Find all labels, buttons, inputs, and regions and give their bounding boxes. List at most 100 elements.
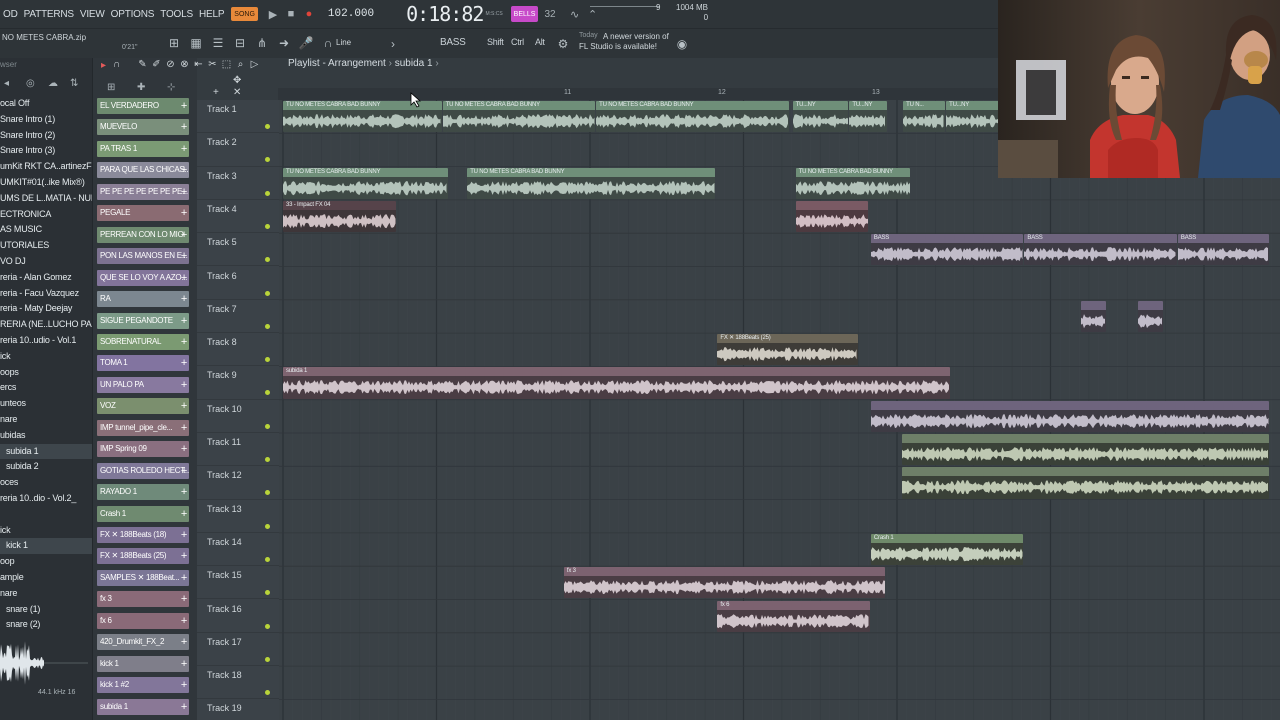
track-enable-led[interactable] bbox=[265, 457, 270, 462]
channel-item[interactable]: PERREAN CON LO MIO + bbox=[97, 226, 189, 243]
menu-item-tools[interactable]: TOOLS bbox=[157, 9, 196, 20]
add-icon[interactable]: + bbox=[181, 248, 187, 264]
channel-item[interactable]: FX ✕ 188Beats (25) + bbox=[97, 548, 189, 565]
track-header[interactable]: Track 8 bbox=[197, 333, 279, 367]
audio-switch-icon[interactable]: ✚ bbox=[137, 82, 145, 93]
browser-item[interactable]: Snare Intro (1) bbox=[0, 112, 92, 128]
channel-item[interactable]: SOBRENATURAL + bbox=[97, 333, 189, 350]
channel-item[interactable]: fx 6 + bbox=[97, 612, 189, 629]
alt-key[interactable]: Alt bbox=[535, 37, 545, 47]
channel-item[interactable]: Crash 1 + bbox=[97, 505, 189, 522]
track-header[interactable]: Track 2 bbox=[197, 133, 279, 167]
playlist-clip[interactable] bbox=[901, 434, 1269, 466]
browser-item[interactable]: UMS DE L..MATIA - NUBE bbox=[0, 191, 92, 207]
channel-item[interactable]: PA TRAS 1 + bbox=[97, 140, 189, 157]
slice-icon[interactable]: ✂ bbox=[207, 59, 218, 70]
add-icon[interactable]: + bbox=[181, 699, 187, 715]
playlist-clip[interactable]: FX ✕ 188Beats (25) bbox=[717, 334, 858, 366]
channel-item[interactable]: EL VERDADERO + bbox=[97, 98, 189, 114]
track-enable-led[interactable] bbox=[265, 490, 270, 496]
track-enable-led[interactable] bbox=[265, 223, 270, 229]
add-icon[interactable]: + bbox=[181, 227, 187, 243]
playback-icon[interactable]: ▷ bbox=[249, 59, 260, 70]
magnet-icon[interactable]: ∩ bbox=[319, 34, 337, 52]
browser-item[interactable]: reria - Facu Vazquez bbox=[0, 286, 92, 302]
track-enable-led[interactable] bbox=[265, 423, 270, 429]
channel-item[interactable]: IMP Spring 09 + bbox=[97, 441, 189, 458]
stop-icon[interactable]: ■ bbox=[282, 5, 300, 23]
track-enable-led[interactable] bbox=[265, 157, 270, 163]
channel-item[interactable]: QUE SE LO VOY A AZO... + bbox=[97, 269, 189, 286]
add-icon[interactable]: + bbox=[181, 548, 187, 564]
channel-item[interactable]: MUEVELO + bbox=[97, 119, 189, 136]
add-icon[interactable]: + bbox=[181, 291, 187, 307]
news-line-1[interactable]: A newer version of bbox=[603, 32, 678, 42]
shift-key[interactable]: Shift bbox=[487, 37, 504, 47]
browser-item[interactable]: reria - Alan Gomez bbox=[0, 270, 92, 286]
browser-back-icon[interactable]: ◂ bbox=[4, 78, 9, 89]
browser-item[interactable]: kick 1 bbox=[0, 538, 92, 555]
channel-item[interactable]: FX ✕ 188Beats (18) + bbox=[97, 527, 189, 543]
track-header[interactable]: Track 12 bbox=[197, 466, 279, 500]
track-enable-led[interactable] bbox=[265, 357, 270, 363]
add-icon[interactable]: + bbox=[181, 334, 187, 350]
playlist-clip[interactable]: BASS bbox=[1024, 234, 1177, 266]
channel-item[interactable]: PE PE PE PE PE PE PE... + bbox=[97, 183, 189, 200]
add-icon[interactable]: + bbox=[181, 484, 187, 500]
channel-item[interactable]: RA + bbox=[97, 291, 189, 308]
channel-item[interactable]: 420_Drumkit_FX_2 + bbox=[97, 634, 189, 651]
channel-item[interactable]: PON LAS MANOS EN E... + bbox=[97, 248, 189, 265]
plugin-picker-icon[interactable]: ⋔ bbox=[253, 34, 271, 52]
track-header[interactable]: Track 1 bbox=[197, 100, 279, 134]
add-icon[interactable]: + bbox=[181, 420, 187, 436]
channel-item[interactable]: TOMA 1 + bbox=[97, 355, 189, 372]
playlist-clip[interactable] bbox=[870, 400, 1269, 432]
channel-item[interactable]: PEGALE + bbox=[97, 205, 189, 222]
zoom-icon[interactable]: ⌕ bbox=[235, 59, 246, 70]
browser-item[interactable]: AS MUSIC bbox=[0, 222, 92, 238]
add-icon[interactable]: + bbox=[181, 377, 187, 393]
add-icon[interactable]: + bbox=[181, 205, 187, 221]
browser-item[interactable]: RERIA (NE..LUCHO PAPA bbox=[0, 317, 92, 333]
channel-item[interactable]: UN PALO PA + bbox=[97, 376, 189, 393]
browser-item[interactable]: VO DJ bbox=[0, 254, 92, 270]
menu-item-options[interactable]: OPTIONS bbox=[108, 9, 158, 20]
current-pattern-label[interactable]: BASS bbox=[440, 37, 466, 48]
menu-item-help[interactable]: HELP bbox=[196, 9, 227, 20]
add-icon[interactable]: + bbox=[213, 87, 219, 98]
track-header[interactable]: Track 11 bbox=[197, 433, 279, 467]
playlist-clip[interactable]: 33 - Impact FX 04 bbox=[283, 200, 396, 233]
track-header[interactable]: Track 4 bbox=[197, 200, 279, 234]
add-icon[interactable]: + bbox=[181, 119, 187, 135]
playlist-clip[interactable] bbox=[795, 200, 869, 233]
channel-item[interactable]: VOZ + bbox=[97, 398, 189, 415]
track-header[interactable]: Track 9 bbox=[197, 366, 279, 400]
browser-item[interactable]: ocal Off bbox=[0, 96, 92, 112]
pattern-selector[interactable]: BELLS bbox=[510, 6, 539, 22]
add-icon[interactable]: + bbox=[181, 634, 187, 650]
track-enable-led[interactable] bbox=[265, 124, 270, 129]
channel-item[interactable]: GOTIAS ROLEDO HECT... + bbox=[97, 462, 189, 479]
browser-item[interactable]: Snare Intro (2) bbox=[0, 128, 92, 144]
pencil-icon[interactable]: ✎ bbox=[137, 59, 148, 70]
channel-item[interactable]: fx 3 + bbox=[97, 591, 189, 608]
track-header[interactable]: Track 13 bbox=[197, 500, 279, 533]
browser-item[interactable]: ick bbox=[0, 523, 92, 539]
track-header[interactable]: Track 17 bbox=[197, 633, 279, 667]
browser-item[interactable]: reria 10..udio - Vol.1 bbox=[0, 333, 92, 349]
track-enable-led[interactable] bbox=[265, 290, 270, 296]
playlist-clip[interactable]: subida 1 bbox=[283, 367, 950, 399]
current-pattern[interactable]: subida 1 bbox=[395, 58, 433, 69]
browser-item[interactable]: ercs bbox=[0, 380, 92, 396]
track-enable-led[interactable] bbox=[265, 590, 270, 596]
browser-item[interactable]: ample bbox=[0, 570, 92, 586]
news-line-2[interactable]: FL Studio is available! bbox=[579, 42, 657, 51]
add-icon[interactable]: + bbox=[181, 162, 187, 178]
track-header[interactable]: Track 19 bbox=[197, 699, 279, 720]
track-header[interactable]: Track 18 bbox=[197, 666, 279, 700]
channel-item[interactable]: kick 1 + bbox=[97, 655, 189, 672]
playlist-clip[interactable]: TU NO METES CABRA BAD BUNNY bbox=[467, 167, 715, 199]
play-icon[interactable]: ▶ bbox=[264, 5, 282, 23]
playlist-clip[interactable]: TU NO METES CABRA BAD BUNNY bbox=[283, 167, 448, 199]
mixer-icon[interactable]: ⊟ bbox=[231, 34, 249, 52]
